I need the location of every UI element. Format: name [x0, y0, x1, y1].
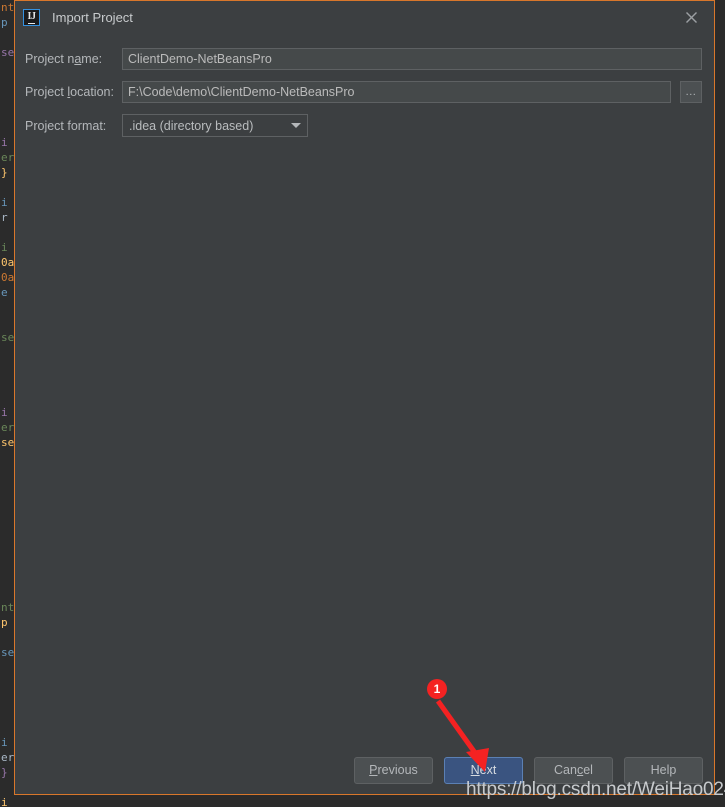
code-line: nt [1, 601, 14, 614]
screenshot-root: nt p se i er} i r i 0a 0a e se i er se nt p se i er} i IJ Im… [0, 0, 725, 807]
previous-button-mnemonic: P [369, 763, 378, 777]
code-line: } [1, 766, 8, 779]
project-format-label-part1: Project format: [25, 118, 107, 133]
intellij-idea-icon: IJ [23, 9, 40, 26]
project-format-value: .idea (directory based) [129, 118, 254, 133]
project-name-value: ClientDemo-NetBeansPro [128, 52, 272, 66]
code-line: er [1, 421, 14, 434]
code-line: i [1, 796, 8, 807]
code-line: i [1, 196, 8, 209]
code-editor-strip: nt p se i er} i r i 0a 0a e se i er se nt p se i er} i [0, 0, 14, 807]
dialog-titlebar: IJ Import Project [15, 1, 714, 34]
code-line: 0a [1, 271, 14, 284]
chevron-down-icon [291, 123, 301, 128]
code-line: } [1, 166, 8, 179]
ellipsis-icon: ... [685, 86, 697, 98]
import-project-dialog: IJ Import Project Project name: ClientDe… [14, 0, 715, 795]
code-line: se [1, 436, 14, 449]
next-button-part2: ext [479, 763, 497, 777]
code-line: 0a [1, 256, 14, 269]
code-line: e [1, 286, 8, 299]
form-row-project-format: Project format: .idea (directory based) [25, 114, 702, 137]
code-line: i [1, 406, 8, 419]
browse-folder-button[interactable]: ... [680, 81, 702, 103]
code-line: se [1, 646, 14, 659]
project-location-label-part2: ocation: [70, 85, 114, 99]
project-format-dropdown[interactable]: .idea (directory based) [122, 114, 308, 137]
code-line: i [1, 241, 8, 254]
code-line: er [1, 751, 14, 764]
close-icon[interactable] [678, 5, 704, 29]
previous-button[interactable]: Previous [354, 756, 433, 784]
intellij-idea-icon-label: IJ [27, 10, 36, 24]
project-location-input[interactable]: F:\Code\demo\ClientDemo-NetBeansPro [122, 81, 671, 103]
project-location-label: Project location: [25, 85, 122, 99]
cancel-button-part1: Can [554, 763, 577, 777]
project-name-input[interactable]: ClientDemo-NetBeansPro [122, 48, 702, 70]
dialog-title: Import Project [52, 10, 133, 25]
project-form: Project name: ClientDemo-NetBeansPro Pro… [15, 34, 714, 137]
code-line: r [1, 211, 8, 224]
cancel-button-part2: el [583, 763, 593, 777]
form-row-project-name: Project name: ClientDemo-NetBeansPro [25, 48, 702, 70]
project-location-value: F:\Code\demo\ClientDemo-NetBeansPro [128, 85, 355, 99]
csdn-watermark: https://blog.csdn.net/WeiHao0240 [466, 779, 725, 800]
form-row-project-location: Project location: F:\Code\demo\ClientDem… [25, 81, 702, 103]
code-editor-right-strip [716, 0, 725, 807]
code-line: i [1, 136, 8, 149]
code-line: nt [1, 1, 14, 14]
project-location-label-part1: Project [25, 85, 68, 99]
code-line: se [1, 46, 14, 59]
code-line: p [1, 16, 8, 29]
project-format-label: Project format: [25, 119, 122, 133]
code-line: se [1, 331, 14, 344]
project-name-label-part1: Project n [25, 52, 75, 66]
project-name-label: Project name: [25, 52, 122, 66]
help-button-part1: Help [650, 763, 677, 777]
code-line: i [1, 736, 8, 749]
code-line: p [1, 616, 8, 629]
code-line: er [1, 151, 14, 164]
previous-button-part2: revious [377, 763, 418, 777]
next-button-mnemonic: N [470, 763, 480, 777]
project-name-label-part2: me: [81, 52, 103, 66]
